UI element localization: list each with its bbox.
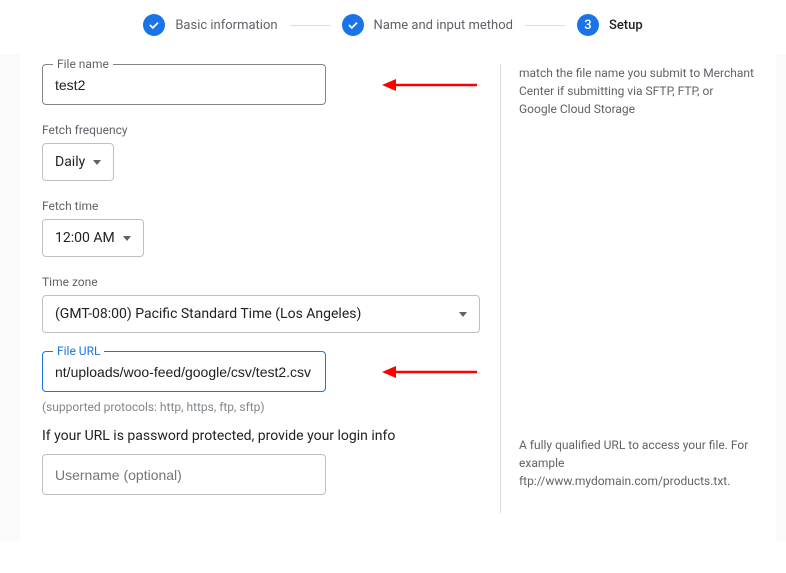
fetch-frequency-select[interactable]: Daily xyxy=(42,143,114,181)
fetch-time-value: 12:00 AM xyxy=(55,230,115,246)
fetch-frequency-value: Daily xyxy=(55,154,85,170)
step-name-input[interactable]: Name and input method xyxy=(342,14,513,36)
time-zone-label: Time zone xyxy=(42,275,480,289)
form-column: File name Fetch frequency Daily Fetch ti… xyxy=(42,64,500,513)
chevron-down-icon xyxy=(93,160,101,165)
file-name-field[interactable]: File name xyxy=(42,64,326,105)
annotation-arrow-icon xyxy=(382,364,477,380)
file-name-help: match the file name you submit to Mercha… xyxy=(519,64,754,124)
file-name-input[interactable] xyxy=(55,77,313,93)
username-input[interactable] xyxy=(55,467,313,483)
file-name-label: File name xyxy=(53,57,113,71)
step2-label: Name and input method xyxy=(374,18,513,33)
step-basic-info[interactable]: Basic information xyxy=(143,14,277,36)
username-field[interactable] xyxy=(42,454,326,495)
file-url-hint: (supported protocols: http, https, ftp, … xyxy=(42,400,480,414)
fetch-time-label: Fetch time xyxy=(42,199,480,213)
step3-label: Setup xyxy=(609,18,643,33)
step3-number: 3 xyxy=(577,14,599,36)
step-setup[interactable]: 3 Setup xyxy=(577,14,643,36)
file-url-label: File URL xyxy=(53,344,104,358)
chevron-down-icon xyxy=(123,236,131,241)
annotation-arrow-icon xyxy=(382,77,477,93)
step-divider xyxy=(290,25,330,26)
fetch-time-select[interactable]: 12:00 AM xyxy=(42,219,144,257)
time-zone-value: (GMT-08:00) Pacific Standard Time (Los A… xyxy=(55,306,361,322)
stepper: Basic information Name and input method … xyxy=(0,0,786,54)
file-url-input[interactable] xyxy=(55,364,313,380)
file-url-help: A fully qualified URL to access your fil… xyxy=(519,436,754,496)
step1-label: Basic information xyxy=(175,18,277,33)
login-info-text: If your URL is password protected, provi… xyxy=(42,428,480,444)
check-icon xyxy=(342,14,364,36)
step-divider xyxy=(525,25,565,26)
file-url-field[interactable]: File URL xyxy=(42,351,326,392)
check-icon xyxy=(143,14,165,36)
fetch-frequency-label: Fetch frequency xyxy=(42,123,480,137)
help-column: match the file name you submit to Mercha… xyxy=(500,64,754,513)
chevron-down-icon xyxy=(459,312,467,317)
time-zone-select[interactable]: (GMT-08:00) Pacific Standard Time (Los A… xyxy=(42,295,480,333)
